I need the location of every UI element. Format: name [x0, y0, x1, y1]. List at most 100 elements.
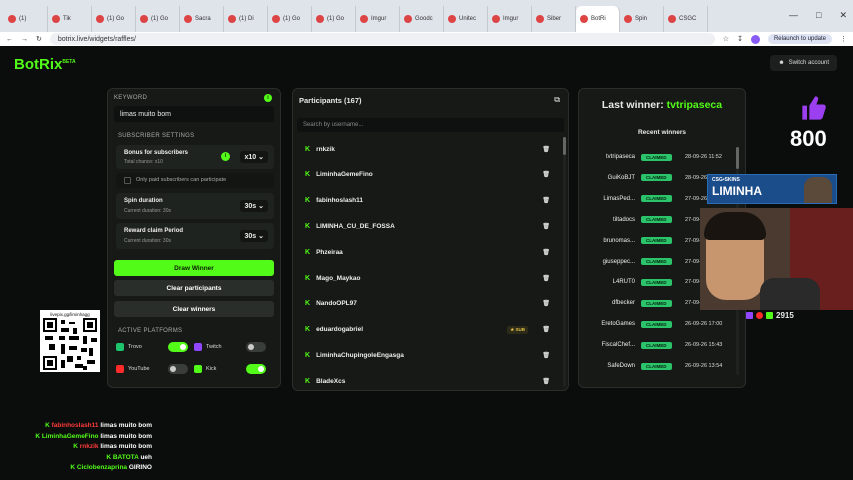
trash-icon[interactable]: 🗑 [542, 249, 550, 256]
winner-row: FiscalChef... CLAIMED 26-09-26 15:43 [587, 335, 735, 355]
browser-tab[interactable]: CSGC [664, 6, 708, 32]
back-icon[interactable]: ← [6, 36, 13, 43]
tab-label: (1) Go [283, 16, 301, 22]
chat-text: GIRINO [128, 464, 152, 471]
tab-label: (1) Di [239, 16, 254, 22]
chat-text: limas muito bom [100, 432, 152, 440]
participant-row: Keduardogabriel ★ SUB 🗑 [299, 318, 556, 342]
chat-message: K rnkzik limas muito bom [73, 443, 152, 450]
trash-icon[interactable]: 🗑 [542, 275, 550, 282]
forward-icon[interactable]: → [21, 36, 28, 43]
browser-tab[interactable]: Unitec [444, 6, 488, 32]
menu-kebab-icon[interactable]: ⋮ [840, 35, 847, 43]
draw-winner-button[interactable]: Draw Winner [114, 260, 274, 276]
trash-icon[interactable]: 🗑 [542, 378, 550, 385]
claimed-badge: CLAIMED [641, 216, 672, 224]
bonus-for-subscribers-setting: Bonus for subscribers Total chance: x10 … [116, 145, 274, 169]
trash-icon[interactable]: 🗑 [542, 171, 550, 178]
trash-icon[interactable]: 🗑 [542, 146, 550, 153]
browser-tab[interactable]: (1) [4, 6, 48, 32]
maximize-icon[interactable]: □ [816, 10, 821, 21]
chat-message: K LiminhaGemeFino limas muito bom [35, 433, 152, 440]
browser-tab[interactable]: Siber [532, 6, 576, 32]
participant-name: Mago_Maykao [316, 274, 361, 282]
platform-toggle[interactable] [168, 342, 188, 352]
platform-toggle[interactable] [246, 342, 266, 352]
winner-name: EretoGames [601, 321, 635, 328]
kick-icon: K [305, 248, 311, 256]
subscriber-settings-label: SUBSCRIBER SETTINGS [118, 133, 195, 139]
participant-search-input[interactable]: Search by username... [297, 118, 564, 132]
raffle-settings-panel: KEYWORD i limas muito bom SUBSCRIBER SET… [107, 88, 281, 388]
browser-tab[interactable]: (1) Go [312, 6, 356, 32]
reward-claim-select[interactable]: 30s ⌄ [240, 230, 268, 242]
checkbox[interactable] [124, 177, 131, 184]
relaunch-button[interactable]: Relaunch to update [767, 34, 832, 44]
browser-tab[interactable]: Tik [48, 6, 92, 32]
paid-only-checkbox-row[interactable]: Only paid subscribers can participate [116, 173, 274, 188]
minimize-icon[interactable]: — [789, 10, 798, 21]
tab-label: Imgur [503, 16, 519, 22]
claimed-badge: CLAIMED [641, 153, 672, 161]
scrollbar[interactable] [563, 137, 566, 387]
clear-winners-button[interactable]: Clear winners [114, 301, 274, 317]
bonus-multiplier-select[interactable]: x10 ⌄ [240, 151, 268, 163]
browser-tab[interactable]: Sacra [180, 6, 224, 32]
like-thumb-icon [799, 94, 829, 122]
profile-avatar[interactable] [750, 34, 760, 44]
sponsor-portrait [804, 177, 832, 203]
claimed-badge: CLAIMED [641, 195, 672, 203]
browser-tab[interactable]: BotRi [576, 6, 620, 32]
tab-label: Siber [547, 16, 562, 22]
reload-icon[interactable]: ↻ [36, 35, 42, 43]
claimed-badge: CLAIMED [641, 362, 672, 370]
trash-icon[interactable]: 🗑 [542, 223, 550, 230]
platform-youtube: YouTube [116, 362, 188, 376]
browser-tab[interactable]: (1) Go [268, 6, 312, 32]
info-icon[interactable]: i [221, 152, 230, 161]
browser-tab[interactable]: Imgur [488, 6, 532, 32]
browser-tab[interactable]: (1) Go [136, 6, 180, 32]
winner-date: 28-09-26 11:52 [685, 154, 722, 160]
tab-label: Goodc [415, 16, 433, 22]
info-icon[interactable]: i [264, 94, 272, 102]
platform-toggle[interactable] [168, 364, 188, 374]
spin-title: Spin duration [124, 198, 163, 204]
browser-tab[interactable]: Spin [620, 6, 664, 32]
participant-name: eduardogabriel [316, 326, 364, 334]
favicon-icon [580, 15, 588, 23]
winner-name: GuiKoBJT [607, 174, 635, 181]
trash-icon[interactable]: 🗑 [542, 197, 550, 204]
clear-participants-button[interactable]: Clear participants [114, 280, 274, 296]
browser-tab[interactable]: Goodc [400, 6, 444, 32]
url-text: botrix.live/widgets/raffles/ [57, 35, 136, 43]
chat-message: K BATOTA ueh [106, 454, 152, 461]
chevron-down-icon: ⌄ [258, 203, 264, 210]
keyword-input[interactable]: limas muito bom [114, 106, 274, 122]
botrix-logo[interactable]: BotRixBETA [14, 56, 76, 73]
browser-tab[interactable]: (1) Go [92, 6, 136, 32]
browser-tab[interactable]: Imgur [356, 6, 400, 32]
trash-icon[interactable]: 🗑 [542, 326, 550, 333]
favicon-icon [624, 15, 632, 23]
spin-duration-select[interactable]: 30s ⌄ [240, 200, 268, 212]
copy-icon[interactable]: ⧉ [554, 95, 560, 105]
download-icon[interactable]: ↧ [737, 35, 743, 43]
browser-tab[interactable]: (1) Di [224, 6, 268, 32]
url-field[interactable]: botrix.live/widgets/raffles/ [49, 33, 715, 45]
kick-icon: K [305, 145, 311, 153]
chat-username: BATOTA [112, 453, 139, 461]
sponsor-top-text: CSG•SKINS [712, 177, 740, 183]
trash-icon[interactable]: 🗑 [542, 300, 550, 307]
participant-row: Krnkzik 🗑 [299, 137, 556, 161]
bookmark-star-icon[interactable]: ☆ [723, 35, 729, 43]
tab-label: CSGC [679, 16, 697, 22]
winner-name: LimasPed... [603, 195, 635, 202]
platform-toggle[interactable] [246, 364, 266, 374]
close-icon[interactable]: ✕ [839, 10, 847, 21]
tab-label: (1) Go [151, 16, 169, 22]
qr-code-widget: livepix.gg/liminhagg [40, 310, 100, 372]
kick-icon: K [305, 197, 311, 205]
trash-icon[interactable]: 🗑 [542, 352, 550, 359]
switch-account-button[interactable]: ☻ Switch account [770, 55, 837, 71]
